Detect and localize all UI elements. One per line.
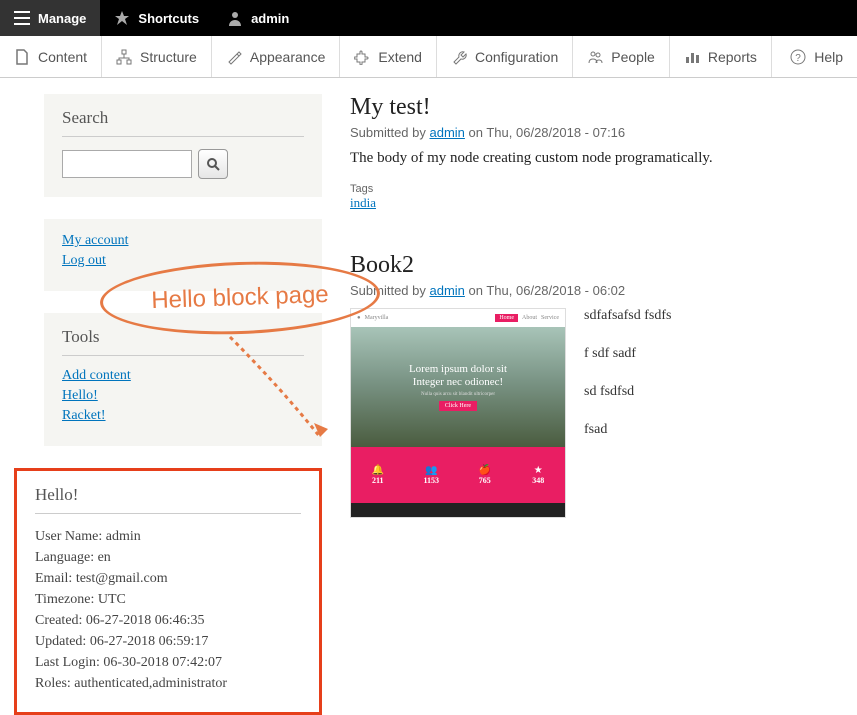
thumb-brand: Maryvilla bbox=[365, 315, 389, 321]
search-title: Search bbox=[62, 108, 304, 137]
stat: 348 bbox=[532, 476, 544, 485]
tab-appearance[interactable]: Appearance bbox=[212, 36, 341, 77]
tab-appearance-label: Appearance bbox=[250, 49, 326, 65]
submitted-label: Submitted by bbox=[350, 125, 430, 140]
hello-line: Timezone: UTC bbox=[35, 589, 301, 610]
search-block: Search bbox=[44, 94, 322, 197]
help-icon: ? bbox=[790, 49, 806, 65]
article-title[interactable]: My test! bbox=[350, 94, 837, 121]
article-mytest: My test! Submitted by admin on Thu, 06/2… bbox=[350, 94, 837, 212]
hamburger-icon bbox=[14, 11, 30, 25]
hello-line: Last Login: 06-30-2018 07:42:07 bbox=[35, 652, 301, 673]
brush-icon bbox=[226, 49, 242, 65]
body-line: f sdf sadf bbox=[584, 346, 671, 362]
tab-configuration-label: Configuration bbox=[475, 49, 558, 65]
admin-topbar: Manage Shortcuts admin bbox=[0, 0, 857, 36]
svg-text:?: ? bbox=[795, 53, 801, 64]
tab-content-label: Content bbox=[38, 49, 87, 65]
body-line: fsad bbox=[584, 422, 671, 438]
tab-people[interactable]: People bbox=[573, 36, 670, 77]
wrench-icon bbox=[451, 49, 467, 65]
submitted-label: Submitted by bbox=[350, 283, 430, 298]
hello-line: Language: en bbox=[35, 547, 301, 568]
hello-line: Created: 06-27-2018 06:46:35 bbox=[35, 610, 301, 631]
people-icon bbox=[587, 49, 603, 65]
body-line: sd fsdfsd bbox=[584, 384, 671, 400]
tab-structure[interactable]: Structure bbox=[102, 36, 212, 77]
article-meta: Submitted by admin on Thu, 06/28/2018 - … bbox=[350, 125, 837, 140]
structure-icon bbox=[116, 49, 132, 65]
author-link[interactable]: admin bbox=[430, 283, 465, 298]
tab-structure-label: Structure bbox=[140, 49, 197, 65]
user-label: admin bbox=[251, 11, 289, 26]
stat: 1153 bbox=[423, 476, 439, 485]
tab-people-label: People bbox=[611, 49, 655, 65]
file-icon bbox=[14, 49, 30, 65]
hello-block-title: Hello! bbox=[35, 485, 301, 514]
thumb-cta: Click Here bbox=[439, 401, 477, 411]
user-icon bbox=[227, 10, 243, 26]
date-label: on Thu, 06/28/2018 - 07:16 bbox=[465, 125, 625, 140]
hello-link[interactable]: Hello! bbox=[62, 388, 98, 403]
tab-content[interactable]: Content bbox=[0, 36, 102, 77]
tab-reports-label: Reports bbox=[708, 49, 757, 65]
thumb-stats: 🔔211 👥1153 🍎765 ★348 bbox=[351, 447, 565, 503]
hello-line: Roles: authenticated,administrator bbox=[35, 673, 301, 694]
article-meta: Submitted by admin on Thu, 06/28/2018 - … bbox=[350, 283, 837, 298]
hello-line: Updated: 06-27-2018 06:59:17 bbox=[35, 631, 301, 652]
shortcuts-label: Shortcuts bbox=[138, 11, 199, 26]
shortcuts-link[interactable]: Shortcuts bbox=[100, 0, 213, 36]
author-link[interactable]: admin bbox=[430, 125, 465, 140]
hello-line: Email: test@gmail.com bbox=[35, 568, 301, 589]
magnifier-icon bbox=[206, 157, 220, 171]
thumb-footer bbox=[351, 503, 565, 518]
tab-extend[interactable]: Extend bbox=[340, 36, 437, 77]
tag-india[interactable]: india bbox=[350, 195, 376, 210]
body-line: sdfafsafsd fsdfs bbox=[584, 308, 671, 324]
chart-icon bbox=[684, 49, 700, 65]
thumb-lorem2: Integer nec odionec! bbox=[413, 376, 503, 388]
tab-help-label: Help bbox=[814, 49, 843, 65]
puzzle-icon bbox=[354, 49, 370, 65]
user-link[interactable]: admin bbox=[213, 0, 303, 36]
tags-label: Tags bbox=[350, 183, 837, 195]
article-thumbnail[interactable]: ●MaryvillaHomeAboutService Lorem ipsum d… bbox=[350, 308, 566, 518]
tab-help[interactable]: ? Help bbox=[776, 36, 857, 77]
thumb-sub: Nulla quis arcu sit blandit ultricorper bbox=[421, 392, 495, 397]
tools-block: Tools Add content Hello! Racket! bbox=[44, 313, 322, 446]
add-content-link[interactable]: Add content bbox=[62, 368, 131, 383]
tab-reports[interactable]: Reports bbox=[670, 36, 772, 77]
tab-configuration[interactable]: Configuration bbox=[437, 36, 573, 77]
hello-block: Hello! User Name: admin Language: en Ema… bbox=[14, 468, 322, 715]
stat: 211 bbox=[372, 476, 384, 485]
search-button[interactable] bbox=[198, 149, 228, 179]
article-body: The body of my node creating custom node… bbox=[350, 150, 837, 167]
manage-label: Manage bbox=[38, 11, 86, 26]
thumb-lorem1: Lorem ipsum dolor sit bbox=[409, 363, 507, 375]
thumb-nav: ●MaryvillaHomeAboutService bbox=[351, 309, 565, 327]
article-body: sdfafsafsd fsdfs f sdf sadf sd fsdfsd fs… bbox=[584, 308, 671, 460]
star-icon bbox=[114, 10, 130, 26]
stat: 765 bbox=[479, 476, 491, 485]
my-account-link[interactable]: My account bbox=[62, 233, 128, 248]
tab-extend-label: Extend bbox=[378, 49, 422, 65]
article-title[interactable]: Book2 bbox=[350, 252, 837, 279]
user-menu-block: My account Log out bbox=[44, 219, 322, 291]
search-input[interactable] bbox=[62, 150, 192, 178]
hello-line: User Name: admin bbox=[35, 526, 301, 547]
date-label: on Thu, 06/28/2018 - 06:02 bbox=[465, 283, 625, 298]
article-book2: Book2 Submitted by admin on Thu, 06/28/2… bbox=[350, 252, 837, 518]
racket-link[interactable]: Racket! bbox=[62, 408, 106, 423]
thumb-hero: Lorem ipsum dolor sitInteger nec odionec… bbox=[351, 327, 565, 447]
admin-tabs: Content Structure Appearance Extend Conf… bbox=[0, 36, 857, 78]
logout-link[interactable]: Log out bbox=[62, 253, 106, 268]
tools-title: Tools bbox=[62, 327, 304, 356]
manage-toggle[interactable]: Manage bbox=[0, 0, 100, 36]
